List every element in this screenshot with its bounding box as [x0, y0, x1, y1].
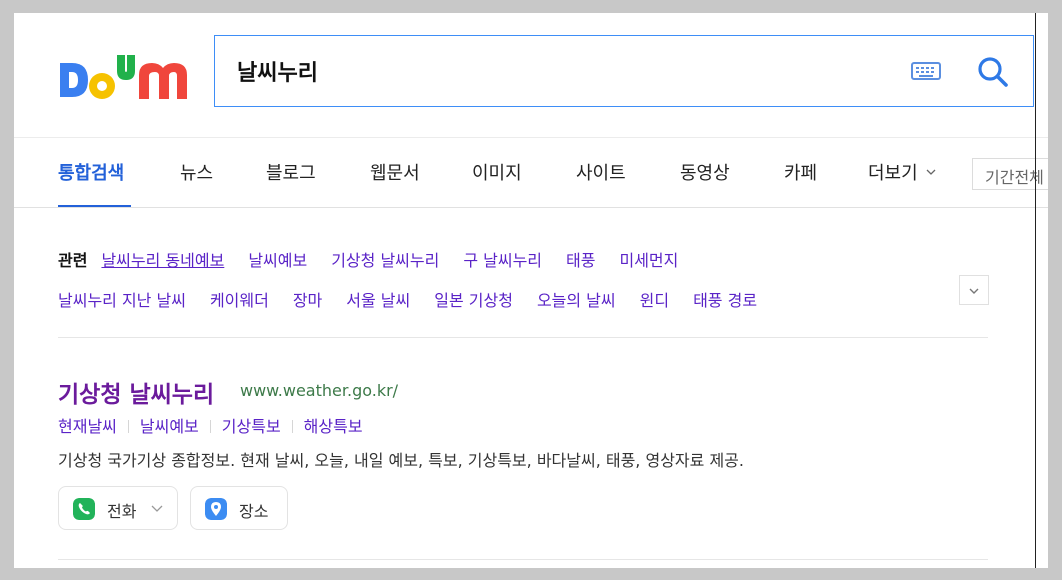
tab-news[interactable]: 뉴스	[180, 159, 213, 185]
related-link[interactable]: 태풍	[566, 251, 595, 270]
related-searches: 관련 날씨누리 동네예보 날씨예보 기상청 날씨누리 구 날씨누리 태풍 미세먼지날씨누리 …	[58, 241, 958, 321]
result-description: 기상청 국가기상 종합정보. 현재 날씨, 오늘, 내일 예보, 특보, 기상특…	[58, 451, 744, 470]
related-link[interactable]: 오늘의 날씨	[537, 291, 616, 310]
place-button-label: 장소	[239, 502, 269, 521]
related-link[interactable]: 장마	[293, 291, 322, 310]
search-tabs: 통합검색 뉴스 블로그 웹문서 이미지 사이트 동영상 카페 더보기	[14, 137, 1048, 209]
result-url[interactable]: www.weather.go.kr/	[240, 381, 398, 400]
tab-more[interactable]: 더보기	[868, 159, 936, 185]
related-link[interactable]: 날씨누리 동네예보	[101, 251, 224, 270]
period-filter[interactable]: 기간전체	[972, 158, 1048, 190]
search-input[interactable]	[237, 54, 877, 88]
tab-blog[interactable]: 블로그	[266, 159, 316, 185]
section-divider	[58, 559, 988, 560]
related-link[interactable]: 기상청 날씨누리	[331, 251, 439, 270]
result-sublinks: 현재날씨 날씨예보 기상특보 해상특보	[58, 413, 363, 437]
phone-icon	[73, 498, 95, 520]
call-button-label: 전화	[107, 502, 137, 521]
chevron-down-icon	[969, 288, 979, 294]
separator	[127, 420, 129, 433]
section-divider	[58, 337, 988, 338]
related-link[interactable]: 일본 기상청	[434, 291, 513, 310]
place-button[interactable]: 장소	[190, 486, 288, 530]
result-sublink[interactable]: 기상특보	[222, 417, 281, 436]
location-pin-icon	[205, 498, 227, 520]
separator	[209, 420, 211, 433]
tab-video[interactable]: 동영상	[680, 159, 730, 185]
tab-integrated[interactable]: 통합검색	[58, 159, 124, 185]
related-link[interactable]: 구 날씨누리	[463, 251, 542, 270]
related-link[interactable]: 미세먼지	[619, 251, 678, 270]
search-icon[interactable]	[977, 56, 1009, 88]
call-button[interactable]: 전화	[58, 486, 178, 530]
viewport-edge	[1035, 13, 1036, 568]
related-link[interactable]: 날씨누리 지난 날씨	[58, 291, 186, 310]
result-title-link[interactable]: 기상청 날씨누리	[58, 375, 214, 409]
tab-more-label: 더보기	[868, 163, 918, 184]
result-sublink[interactable]: 현재날씨	[58, 417, 117, 436]
tab-images[interactable]: 이미지	[472, 159, 522, 185]
tab-cafe[interactable]: 카페	[784, 159, 817, 185]
related-link[interactable]: 서울 날씨	[346, 291, 410, 310]
chevron-down-icon	[151, 505, 163, 512]
separator	[291, 420, 293, 433]
tabs-divider	[14, 207, 1048, 208]
chevron-down-icon	[926, 169, 936, 175]
related-label: 관련	[58, 251, 88, 270]
related-link[interactable]: 태풍 경로	[693, 291, 757, 310]
related-link[interactable]: 날씨예보	[248, 251, 307, 270]
tab-webdocs[interactable]: 웹문서	[370, 159, 420, 185]
result-sublink[interactable]: 날씨예보	[140, 417, 199, 436]
browser-viewport: 통합검색 뉴스 블로그 웹문서 이미지 사이트 동영상 카페 더보기 기간전체 …	[14, 13, 1048, 568]
keyboard-icon[interactable]	[911, 60, 941, 82]
daum-logo[interactable]	[58, 53, 188, 113]
related-link[interactable]: 윈디	[640, 291, 669, 310]
result-sublink[interactable]: 해상특보	[304, 417, 363, 436]
related-expand-button[interactable]	[959, 275, 989, 305]
search-box	[214, 35, 1034, 107]
tab-sites[interactable]: 사이트	[576, 159, 626, 185]
related-link[interactable]: 케이웨더	[210, 291, 269, 310]
